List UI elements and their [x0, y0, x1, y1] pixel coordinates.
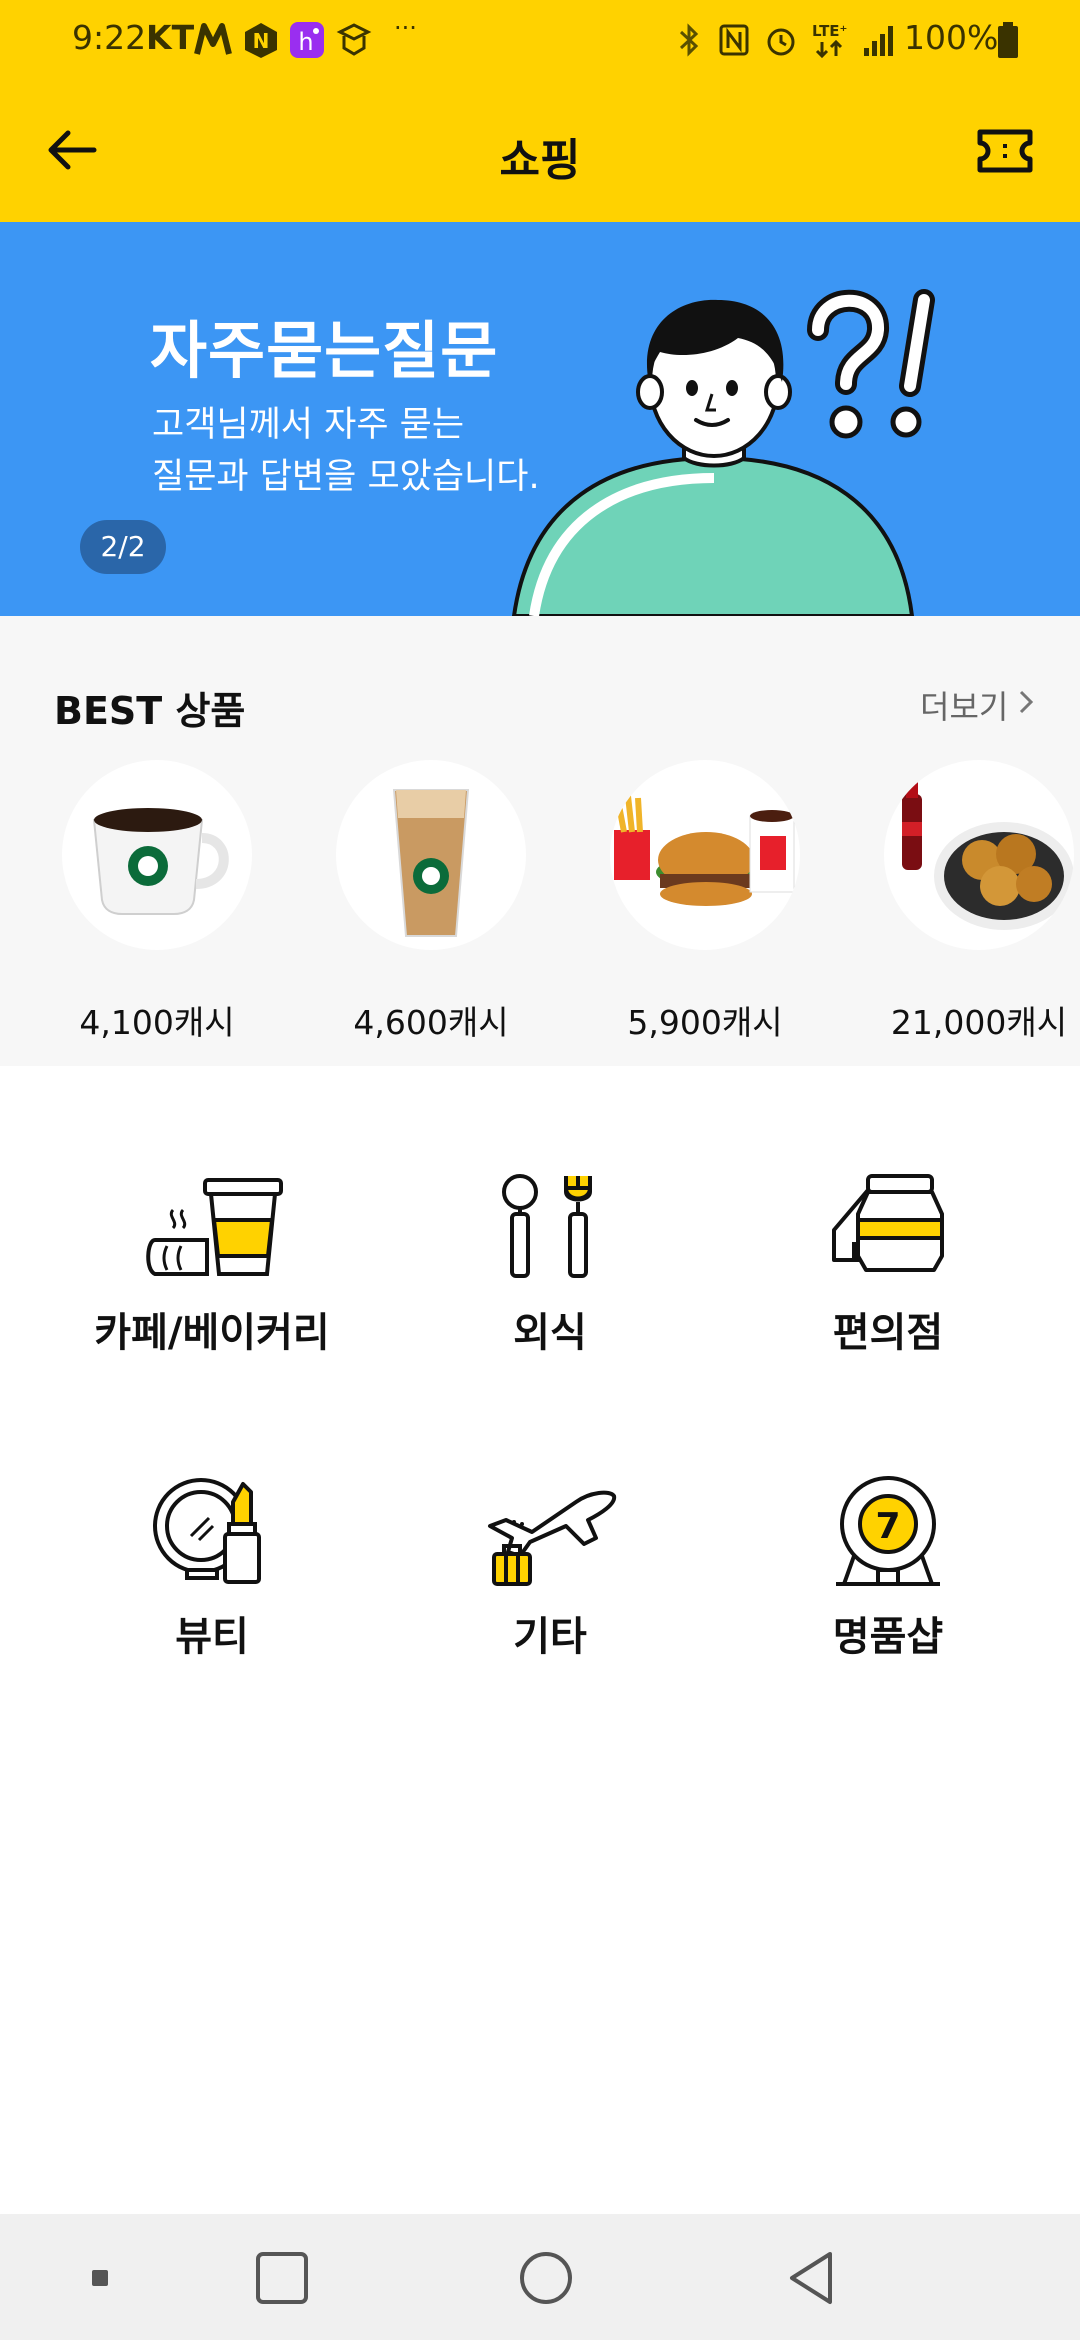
product-price: 4,600캐시 — [353, 1003, 509, 1042]
lte-icon: LTE⁺ — [812, 22, 847, 59]
beauty-icon — [153, 1478, 261, 1584]
coupon-icon[interactable] — [972, 120, 1038, 182]
category-cafe-bakery[interactable]: 카페/베이커리 — [62, 1170, 362, 1410]
product-item[interactable]: 4,600캐시 — [336, 760, 526, 1042]
signal-icon — [864, 26, 893, 56]
product-item[interactable]: 4,100캐시 — [62, 760, 252, 1042]
svg-text:h: h — [298, 28, 313, 56]
banner-page-indicator: 2/2 — [80, 520, 166, 574]
svg-text:LTE⁺: LTE⁺ — [812, 22, 847, 40]
banner-title: 자주묻는질문 — [150, 314, 499, 387]
category-label: 외식 — [513, 1310, 587, 1356]
alarm-icon — [767, 28, 795, 56]
product-image-burger-set[interactable] — [610, 760, 800, 950]
category-beauty[interactable]: 뷰티 — [62, 1474, 362, 1714]
system-nav-bar — [0, 2214, 1080, 2340]
more-link[interactable]: 더보기 — [920, 682, 1008, 728]
app-bar: 쇼핑 — [0, 80, 1080, 222]
category-label: 편의점 — [832, 1310, 944, 1356]
battery-percent: 100% — [904, 18, 999, 57]
category-luxury-shop[interactable]: 7 명품샵 — [738, 1474, 1038, 1714]
page-title: 쇼핑 — [499, 135, 581, 186]
product-image-hot-coffee[interactable] — [62, 760, 252, 950]
category-label: 기타 — [513, 1614, 587, 1660]
product-image-iced-latte[interactable] — [336, 760, 526, 950]
svg-text:7: 7 — [875, 1506, 900, 1547]
faq-banner[interactable]: 자주묻는질문 고객님께서 자주 묻는 질문과 답변을 모았습니다. 2/2 — [0, 222, 1080, 616]
battery-icon — [998, 22, 1018, 58]
best-products-section: BEST 상품 더보기 4,100캐시 4,600캐시 5,900캐시 21,0… — [0, 616, 1080, 1066]
category-etc[interactable]: 기타 — [400, 1474, 700, 1714]
product-price: 21,000캐시 — [890, 1003, 1068, 1042]
product-price: 5,900캐시 — [627, 1003, 783, 1042]
recents-square-icon[interactable] — [254, 2250, 310, 2306]
bluetooth-icon — [679, 23, 699, 57]
m-app-icon — [194, 23, 232, 55]
luxury-shop-icon: 7 — [836, 1476, 940, 1586]
dining-icon — [502, 1174, 593, 1278]
status-bar: 9:22 KT N h ··· LTE⁺ 100% — [0, 0, 1080, 80]
product-image-chicken-cola[interactable] — [884, 760, 1074, 950]
home-circle-icon[interactable] — [518, 2250, 574, 2306]
dot-icon[interactable] — [90, 2268, 110, 2288]
banner-subtitle-line2: 질문과 답변을 모았습니다. — [152, 457, 540, 497]
category-label: 카페/베이커리 — [94, 1310, 330, 1356]
best-section-title: BEST 상품 — [54, 689, 246, 733]
chevron-right-icon[interactable] — [1016, 686, 1036, 718]
product-item[interactable]: 5,900캐시 — [610, 760, 800, 1042]
category-label: 뷰티 — [175, 1614, 249, 1660]
naver-icon: N — [245, 23, 277, 58]
h-app-icon: h — [290, 22, 324, 58]
category-label: 명품샵 — [832, 1614, 944, 1660]
more-notifications-icon: ··· — [394, 14, 417, 42]
cafe-bakery-icon — [146, 1178, 283, 1276]
product-price: 4,100캐시 — [79, 1003, 235, 1042]
back-triangle-icon[interactable] — [784, 2248, 840, 2308]
school-icon — [336, 23, 372, 56]
status-carrier: KT — [146, 18, 195, 57]
convenience-store-icon — [832, 1174, 944, 1272]
category-convenience-store[interactable]: 편의점 — [738, 1170, 1038, 1410]
product-item[interactable]: 21,000캐시 — [884, 760, 1074, 1042]
category-dining[interactable]: 외식 — [400, 1170, 700, 1410]
status-time: 9:22 — [72, 18, 147, 57]
faq-character-illustration — [511, 289, 935, 616]
travel-icon — [488, 1490, 617, 1586]
banner-subtitle-line1: 고객님께서 자주 묻는 — [152, 405, 465, 445]
svg-text:N: N — [253, 29, 270, 53]
nfc-icon — [719, 24, 749, 56]
